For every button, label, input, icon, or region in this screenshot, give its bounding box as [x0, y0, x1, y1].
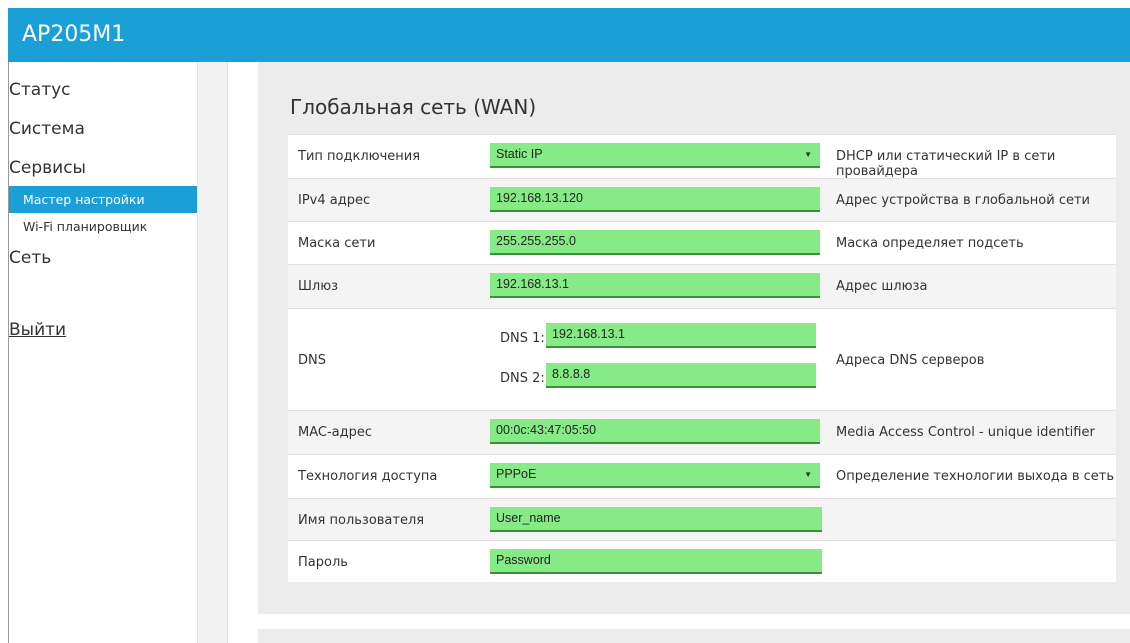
sidebar-item-setup-wizard[interactable]: Мастер настройки — [9, 186, 197, 213]
row-username: Имя пользователя User_name — [288, 498, 1116, 540]
gateway-label: Шлюз — [298, 279, 339, 294]
mac-desc: Media Access Control - unique identifier — [836, 425, 1095, 440]
page-title: Глобальная сеть (WAN) — [290, 95, 537, 119]
app-title: AP205M1 — [22, 22, 126, 47]
row-access-technology: Технология доступа PPPoE ▼ Определение т… — [288, 454, 1116, 498]
sidebar: Статус Система Сервисы Мастер настройки … — [9, 62, 197, 643]
dropdown-arrow-icon: ▼ — [804, 470, 812, 479]
connection-type-label: Тип подключения — [298, 149, 421, 164]
dns-desc: Адреса DNS серверов — [836, 353, 985, 368]
connection-type-desc: DHCP или статический IP в сети провайдер… — [836, 149, 1056, 179]
netmask-desc: Маска определяет подсеть — [836, 236, 1024, 251]
content-gutter — [228, 62, 258, 643]
row-netmask: Маска сети 255.255.255.0 Маска определяе… — [288, 221, 1116, 264]
row-ipv4: IPv4 адрес 192.168.13.120 Адрес устройст… — [288, 178, 1116, 221]
dns1-input[interactable]: 192.168.13.1 — [546, 323, 816, 348]
password-input[interactable]: Password — [490, 549, 822, 574]
netmask-input[interactable]: 255.255.255.0 — [490, 230, 820, 255]
mac-label: MAC-адрес — [298, 425, 373, 440]
gateway-input[interactable]: 192.168.13.1 — [490, 273, 820, 298]
access-tech-label: Технология доступа — [298, 469, 438, 484]
gateway-desc: Адрес шлюза — [836, 279, 928, 294]
sidebar-divider — [197, 62, 228, 643]
sidebar-item-wifi-scheduler[interactable]: Wi-Fi планировщик — [9, 213, 197, 240]
dns1-label: DNS 1: — [500, 331, 545, 346]
sidebar-item-status[interactable]: Статус — [9, 80, 71, 100]
username-input[interactable]: User_name — [490, 507, 822, 532]
dns2-label: DNS 2: — [500, 371, 545, 386]
access-tech-select[interactable]: PPPoE ▼ — [490, 463, 820, 488]
dns2-input[interactable]: 8.8.8.8 — [546, 363, 816, 388]
row-dns: DNS DNS 1: 192.168.13.1 DNS 2: 8.8.8.8 А… — [288, 308, 1116, 410]
row-password: Пароль Password — [288, 540, 1116, 582]
access-tech-value: PPPoE — [496, 467, 537, 481]
row-gateway: Шлюз 192.168.13.1 Адрес шлюза — [288, 264, 1116, 308]
password-label: Пароль — [298, 555, 348, 570]
ipv4-input[interactable]: 192.168.13.120 — [490, 187, 820, 212]
ipv4-label: IPv4 адрес — [298, 193, 371, 208]
dropdown-arrow-icon: ▼ — [804, 150, 812, 159]
wan-settings-form: Тип подключения Static IP ▼ DHCP или ста… — [288, 134, 1116, 582]
netmask-label: Маска сети — [298, 236, 376, 251]
ipv4-desc: Адрес устройства в глобальной сети — [836, 193, 1091, 208]
row-mac: MAC-адрес 00:0c:43:47:05:50 Media Access… — [288, 410, 1116, 454]
connection-type-select[interactable]: Static IP ▼ — [490, 143, 820, 168]
next-panel-top — [258, 629, 1130, 643]
sidebar-item-services[interactable]: Сервисы — [9, 158, 86, 178]
sidebar-item-network[interactable]: Сеть — [9, 248, 51, 268]
sidebar-item-system[interactable]: Система — [9, 119, 85, 139]
logout-link[interactable]: Выйти — [9, 320, 66, 340]
row-connection-type: Тип подключения Static IP ▼ DHCP или ста… — [288, 134, 1116, 179]
mac-input[interactable]: 00:0c:43:47:05:50 — [490, 419, 820, 444]
dns-label: DNS — [298, 353, 326, 368]
content-spacer — [258, 614, 1130, 629]
access-tech-desc: Определение технологии выхода в сеть — [836, 469, 1115, 484]
top-header-bar: AP205M1 — [8, 8, 1130, 62]
username-label: Имя пользователя — [298, 513, 425, 528]
connection-type-value: Static IP — [496, 147, 543, 161]
main-panel: Глобальная сеть (WAN) Тип подключения St… — [258, 62, 1130, 614]
